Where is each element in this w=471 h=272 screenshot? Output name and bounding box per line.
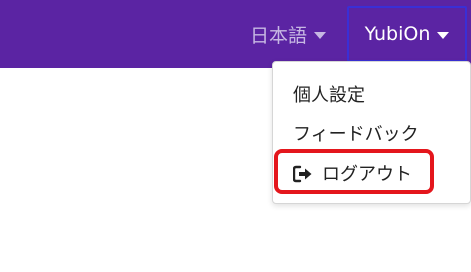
user-name-label: YubiOn [364,23,431,45]
user-menu-toggle[interactable]: YubiOn [347,6,467,62]
sign-out-icon [293,165,313,183]
menu-item-label: ログアウト [322,164,412,185]
menu-item-label: 個人設定 [293,85,365,106]
top-navbar: 日本語 YubiOn [0,0,471,68]
caret-down-icon [437,31,450,39]
caret-down-icon [314,31,327,39]
menu-item-personal-settings[interactable]: 個人設定 [293,79,365,109]
menu-item-logout[interactable]: ログアウト [293,158,412,188]
user-dropdown-menu: 個人設定 フィードバック ログアウト [272,61,471,204]
language-label: 日本語 [250,24,308,47]
menu-item-feedback[interactable]: フィードバック [293,118,419,148]
menu-item-label: フィードバック [293,124,419,145]
language-dropdown-toggle[interactable]: 日本語 [250,18,327,50]
